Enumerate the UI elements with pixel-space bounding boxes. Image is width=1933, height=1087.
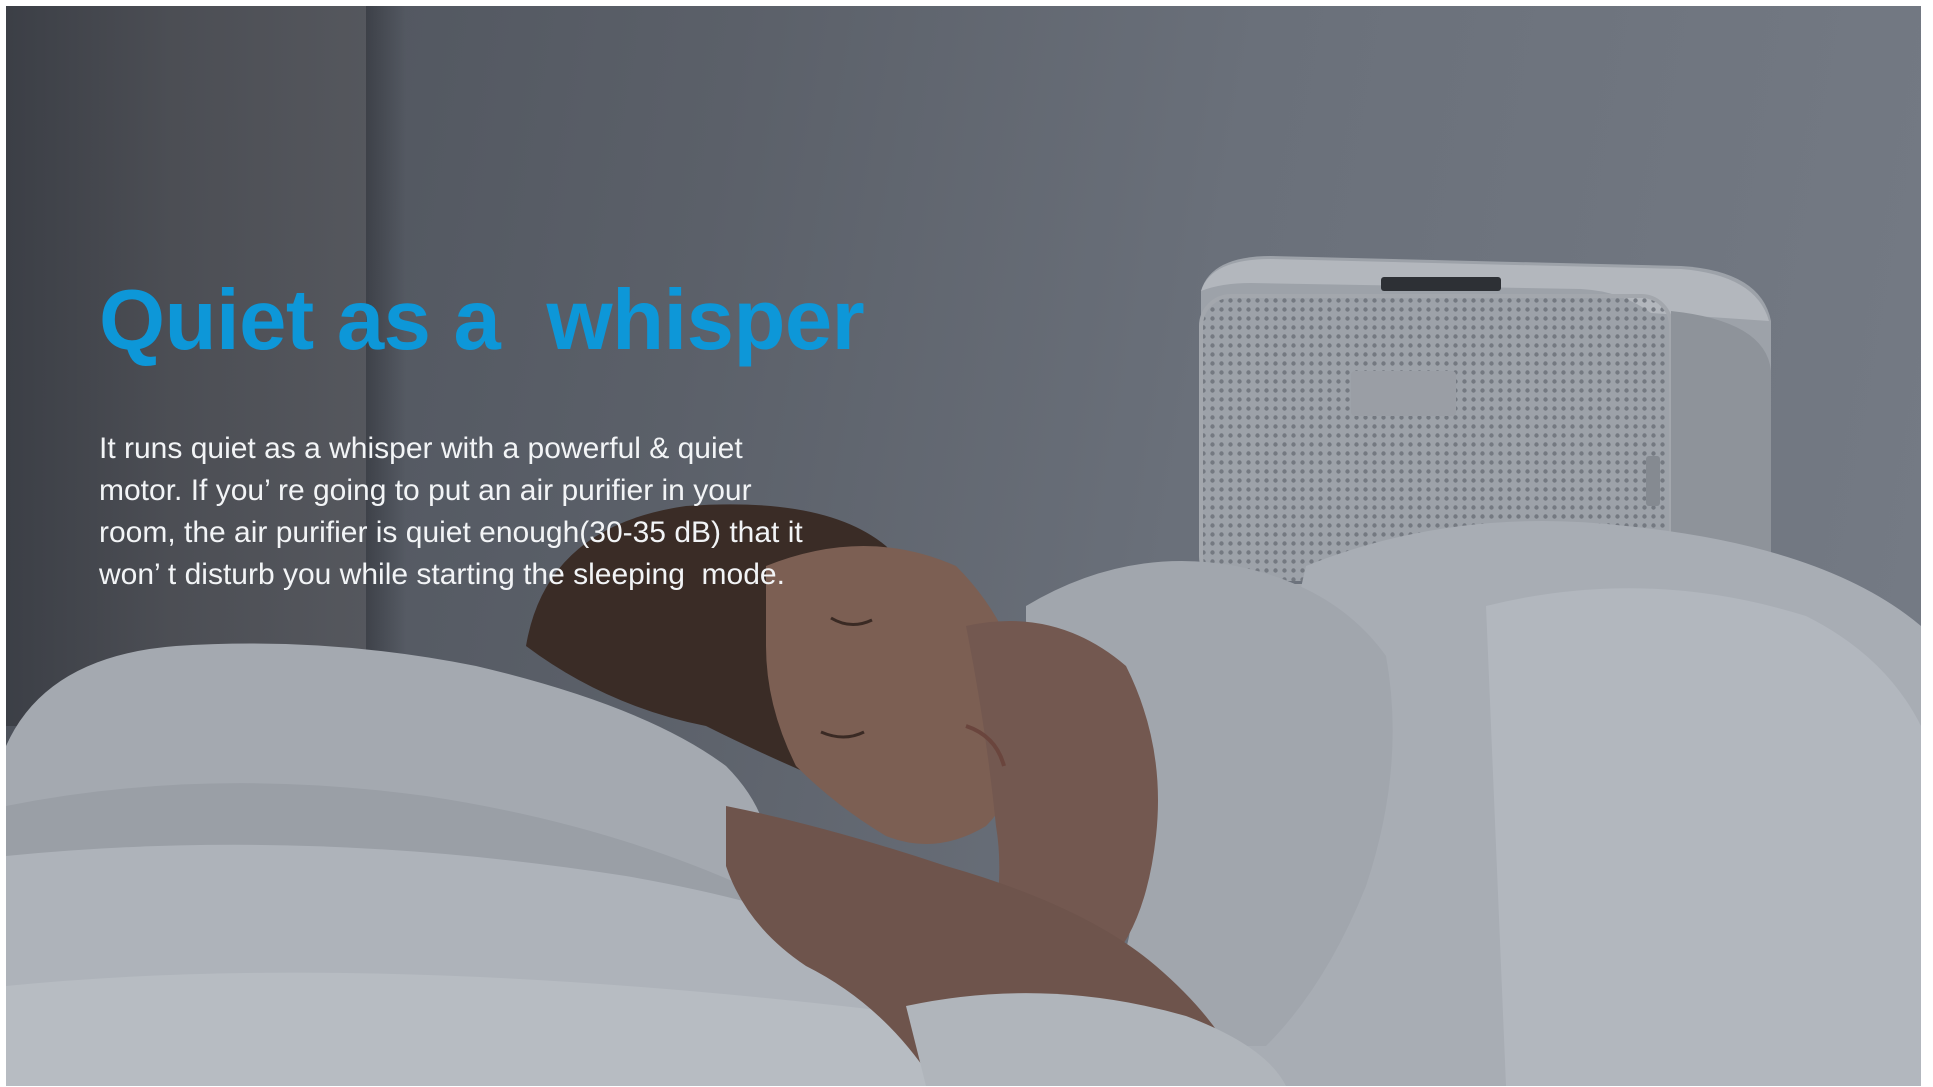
description-paragraph: It runs quiet as a whisper with a powerf… bbox=[99, 428, 919, 596]
description-line: It runs quiet as a whisper with a powerf… bbox=[99, 432, 743, 465]
description-line: room, the air purifier is quiet enough(3… bbox=[99, 516, 803, 549]
headline: Quiet as a whisper bbox=[99, 273, 865, 368]
description-line: motor. If you’ re going to put an air pu… bbox=[99, 474, 752, 507]
slide-background: Quiet as a whisper It runs quiet as a wh… bbox=[6, 6, 1921, 1086]
description-line: won’ t disturb you while starting the sl… bbox=[99, 558, 785, 591]
